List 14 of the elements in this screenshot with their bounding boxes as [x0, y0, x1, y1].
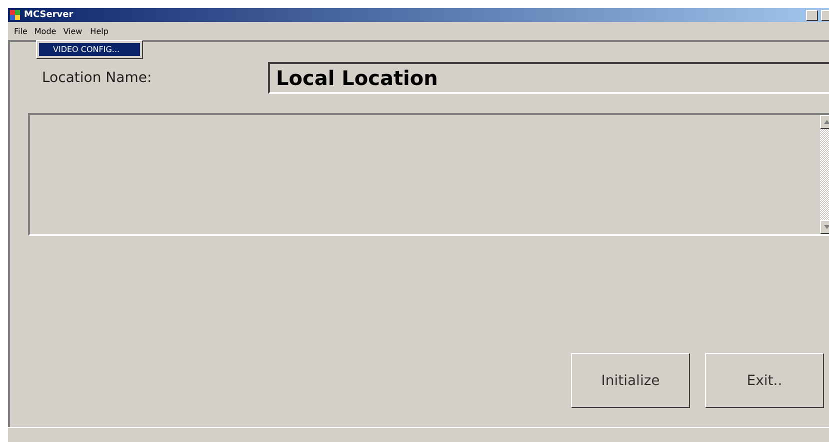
window-title: MCServer	[24, 10, 74, 20]
minimize-button[interactable]	[806, 10, 818, 20]
dialog-button[interactable]: Exit..	[705, 353, 824, 408]
location-label: Location Name:	[41, 70, 152, 86]
up-arrow-icon	[824, 120, 829, 124]
app-icon	[10, 10, 21, 20]
down-arrow-icon	[824, 225, 829, 229]
dialog-button[interactable]: Initialize	[571, 353, 690, 408]
menu-item[interactable]: Mode	[31, 26, 60, 36]
menu-item[interactable]: Help	[86, 24, 112, 38]
menu-item[interactable]: View	[59, 24, 86, 38]
menu-option[interactable]: VIDEO CONFIG...	[39, 43, 140, 56]
menu-item[interactable]: File	[10, 24, 32, 38]
location-field[interactable]: Local Location	[268, 62, 829, 94]
